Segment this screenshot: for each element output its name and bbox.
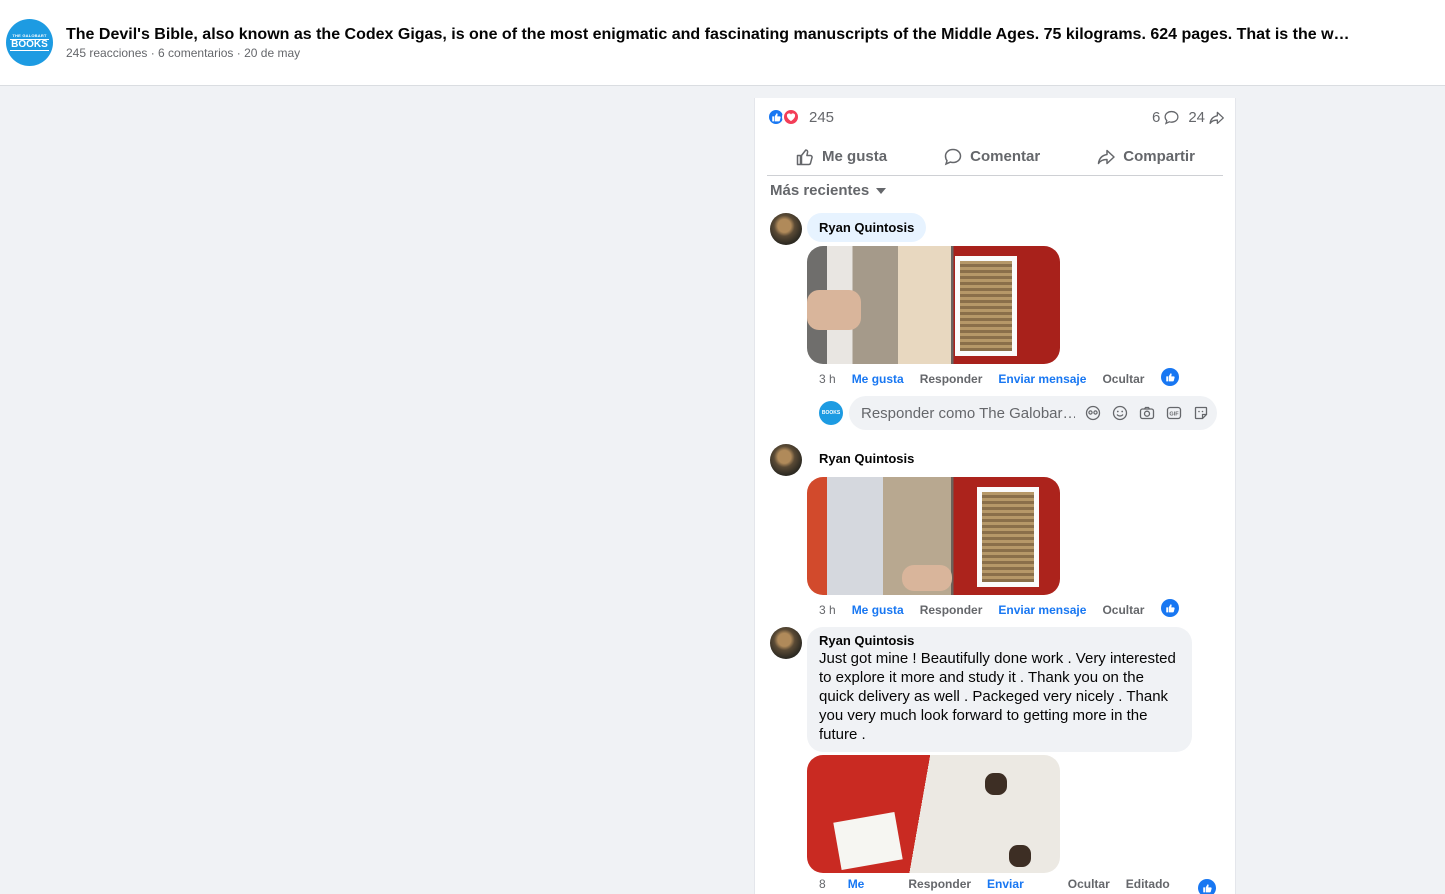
comment-reply-link[interactable]: Responder <box>908 877 971 891</box>
comment-reply-link[interactable]: Responder <box>920 372 983 386</box>
avatar[interactable] <box>770 627 802 659</box>
photo-detail <box>955 256 1017 356</box>
comment-like-link[interactable]: Me gusta <box>852 372 904 386</box>
like-outline-icon <box>796 148 813 165</box>
like-icon <box>1166 373 1175 382</box>
comment-count: 6 <box>1151 109 1161 126</box>
reply-input-wrapper: GIF <box>849 396 1217 430</box>
sticker-icon[interactable] <box>1193 405 1209 421</box>
svg-text:GIF: GIF <box>1169 412 1179 418</box>
avatar[interactable] <box>770 444 802 476</box>
like-icon <box>1166 604 1175 613</box>
action-bar: Me gusta Comentar Compartir <box>767 138 1223 176</box>
comment-actions: 3 h Me gusta Responder Enviar mensaje Oc… <box>819 372 1160 386</box>
photo-detail <box>1009 845 1031 867</box>
comment-icon <box>944 148 962 165</box>
comment-like-link[interactable]: Me <box>848 877 865 891</box>
comment-like-link[interactable]: Me gusta <box>852 603 904 617</box>
logo-line1: THE GALOBART <box>12 33 47 38</box>
comment-author[interactable]: Ryan Quintosis <box>807 213 927 242</box>
comment-text: Just got mine ! Beautifully done work . … <box>819 650 1176 743</box>
send-message-link[interactable]: Enviar <box>987 877 1024 891</box>
comment-author[interactable]: Ryan Quintosis <box>819 633 1180 648</box>
photo-detail <box>985 773 1007 795</box>
gif-icon[interactable]: GIF <box>1166 405 1182 421</box>
comment-bubble: Ryan Quintosis Just got mine ! Beautiful… <box>807 627 1192 752</box>
chevron-down-icon <box>876 187 887 194</box>
comment-reply-link[interactable]: Responder <box>920 603 983 617</box>
avatar-sticker-icon[interactable] <box>1085 405 1101 421</box>
edited-label[interactable]: Editado <box>1126 877 1170 891</box>
like-reaction-badge[interactable] <box>1161 368 1179 386</box>
like-button[interactable]: Me gusta <box>795 147 887 167</box>
reply-tools: GIF <box>1085 405 1209 421</box>
love-icon <box>782 108 800 126</box>
reaction-icons[interactable] <box>767 108 800 126</box>
like-reaction-badge[interactable] <box>1161 599 1179 617</box>
comments-panel: 245 6 24 Me gusta Comentar Compartir Más <box>754 98 1236 894</box>
reply-composer: BOOKS GIF <box>803 396 1217 430</box>
post-header: THE GALOBART BOOKS The Devil's Bible, al… <box>0 0 1445 86</box>
photo-detail <box>977 487 1039 587</box>
comment-button[interactable]: Comentar <box>943 147 1040 167</box>
comment-photo[interactable] <box>807 755 1060 873</box>
post-title[interactable]: The Devil's Bible, also known as the Cod… <box>66 26 1356 44</box>
photo-detail <box>807 290 861 330</box>
comment-button-label: Comentar <box>970 148 1041 165</box>
hide-link[interactable]: Ocultar <box>1068 877 1110 891</box>
share-button-label: Compartir <box>1123 148 1195 165</box>
like-icon <box>1203 884 1212 893</box>
photo-detail <box>902 565 952 591</box>
comment-time[interactable]: 8 <box>819 877 826 891</box>
engagement-counts: 6 24 <box>1152 109 1225 126</box>
sort-dropdown[interactable]: Más recientes <box>770 182 887 199</box>
reaction-count[interactable]: 245 <box>809 109 834 126</box>
share-button[interactable]: Compartir <box>1096 147 1195 167</box>
reply-avatar: BOOKS <box>819 401 843 425</box>
photo-detail <box>833 811 903 871</box>
comment-author[interactable]: Ryan Quintosis <box>819 451 914 466</box>
sort-label: Más recientes <box>770 182 870 199</box>
share-icon <box>1098 149 1116 164</box>
post-meta: 245 reacciones · 6 comentarios · 20 de m… <box>66 46 301 60</box>
reactions-summary: 245 6 24 <box>767 108 1225 128</box>
comment-item: Ryan Quintosis 3 h Me gusta Responder En… <box>770 444 1220 624</box>
share-icon <box>1209 111 1224 125</box>
logo-line2: BOOKS <box>10 39 49 51</box>
like-button-label: Me gusta <box>822 148 888 165</box>
send-message-link[interactable]: Enviar mensaje <box>998 603 1086 617</box>
avatar[interactable] <box>770 213 802 245</box>
comment-item: Ryan Quintosis Just got mine ! Beautiful… <box>770 627 1220 894</box>
reply-input[interactable] <box>861 396 1075 430</box>
camera-icon[interactable] <box>1139 405 1155 421</box>
share-count: 24 <box>1188 109 1205 126</box>
comment-actions: 8 Me Responder Enviar Ocultar Editado <box>819 877 1186 891</box>
comment-icon <box>1164 110 1179 125</box>
send-message-link[interactable]: Enviar mensaje <box>998 372 1086 386</box>
comment-count-group[interactable]: 6 <box>1152 109 1180 126</box>
comment-time[interactable]: 3 h <box>819 372 836 386</box>
comment-actions: 3 h Me gusta Responder Enviar mensaje Oc… <box>819 603 1160 617</box>
share-count-group[interactable]: 24 <box>1188 109 1225 126</box>
page-avatar[interactable]: THE GALOBART BOOKS <box>6 19 53 66</box>
hide-link[interactable]: Ocultar <box>1102 372 1144 386</box>
hide-link[interactable]: Ocultar <box>1102 603 1144 617</box>
like-reaction-badge[interactable] <box>1198 879 1216 894</box>
comment-photo[interactable] <box>807 477 1060 595</box>
emoji-icon[interactable] <box>1112 405 1128 421</box>
comment-time[interactable]: 3 h <box>819 603 836 617</box>
comment-photo[interactable] <box>807 246 1060 364</box>
